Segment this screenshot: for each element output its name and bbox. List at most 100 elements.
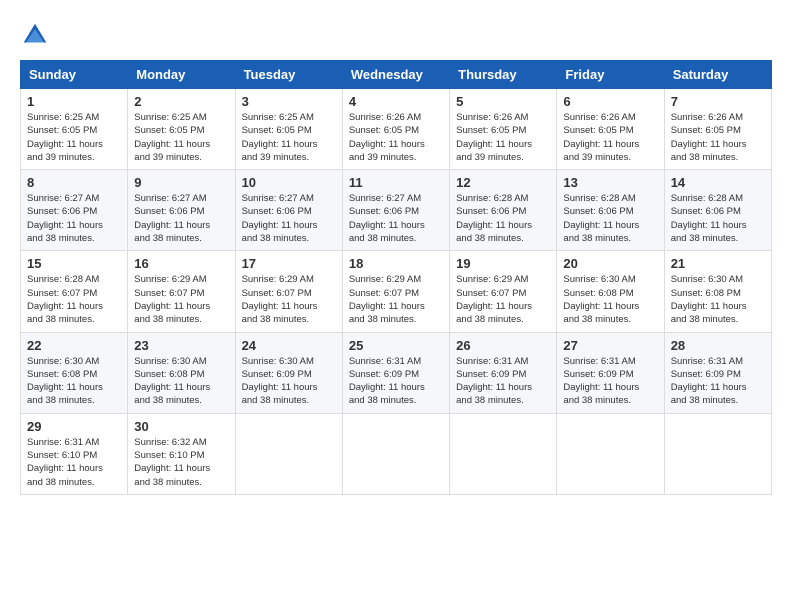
calendar-week-3: 15 Sunrise: 6:28 AM Sunset: 6:07 PM Dayl… — [21, 251, 772, 332]
calendar-cell: 18 Sunrise: 6:29 AM Sunset: 6:07 PM Dayl… — [342, 251, 449, 332]
day-info: Sunrise: 6:31 AM Sunset: 6:10 PM Dayligh… — [27, 436, 121, 489]
calendar-cell: 26 Sunrise: 6:31 AM Sunset: 6:09 PM Dayl… — [450, 332, 557, 413]
calendar-cell: 30 Sunrise: 6:32 AM Sunset: 6:10 PM Dayl… — [128, 413, 235, 494]
day-number: 29 — [27, 419, 121, 434]
calendar-cell — [450, 413, 557, 494]
calendar-cell: 16 Sunrise: 6:29 AM Sunset: 6:07 PM Dayl… — [128, 251, 235, 332]
day-number: 16 — [134, 256, 228, 271]
calendar-cell: 8 Sunrise: 6:27 AM Sunset: 6:06 PM Dayli… — [21, 170, 128, 251]
day-number: 23 — [134, 338, 228, 353]
day-number: 28 — [671, 338, 765, 353]
logo — [20, 20, 54, 50]
day-number: 8 — [27, 175, 121, 190]
calendar-cell: 6 Sunrise: 6:26 AM Sunset: 6:05 PM Dayli… — [557, 89, 664, 170]
calendar-cell: 24 Sunrise: 6:30 AM Sunset: 6:09 PM Dayl… — [235, 332, 342, 413]
day-number: 5 — [456, 94, 550, 109]
day-info: Sunrise: 6:30 AM Sunset: 6:08 PM Dayligh… — [671, 273, 765, 326]
calendar-cell — [342, 413, 449, 494]
calendar-week-4: 22 Sunrise: 6:30 AM Sunset: 6:08 PM Dayl… — [21, 332, 772, 413]
calendar-cell: 15 Sunrise: 6:28 AM Sunset: 6:07 PM Dayl… — [21, 251, 128, 332]
day-number: 17 — [242, 256, 336, 271]
day-info: Sunrise: 6:28 AM Sunset: 6:06 PM Dayligh… — [563, 192, 657, 245]
day-number: 10 — [242, 175, 336, 190]
calendar-table: SundayMondayTuesdayWednesdayThursdayFrid… — [20, 60, 772, 495]
day-info: Sunrise: 6:30 AM Sunset: 6:08 PM Dayligh… — [27, 355, 121, 408]
calendar-week-2: 8 Sunrise: 6:27 AM Sunset: 6:06 PM Dayli… — [21, 170, 772, 251]
day-info: Sunrise: 6:31 AM Sunset: 6:09 PM Dayligh… — [563, 355, 657, 408]
page-header — [20, 20, 772, 50]
calendar-cell: 7 Sunrise: 6:26 AM Sunset: 6:05 PM Dayli… — [664, 89, 771, 170]
day-info: Sunrise: 6:30 AM Sunset: 6:08 PM Dayligh… — [563, 273, 657, 326]
day-info: Sunrise: 6:27 AM Sunset: 6:06 PM Dayligh… — [134, 192, 228, 245]
day-number: 21 — [671, 256, 765, 271]
day-number: 6 — [563, 94, 657, 109]
day-info: Sunrise: 6:26 AM Sunset: 6:05 PM Dayligh… — [456, 111, 550, 164]
day-info: Sunrise: 6:26 AM Sunset: 6:05 PM Dayligh… — [349, 111, 443, 164]
day-info: Sunrise: 6:29 AM Sunset: 6:07 PM Dayligh… — [456, 273, 550, 326]
day-number: 19 — [456, 256, 550, 271]
calendar-header-row: SundayMondayTuesdayWednesdayThursdayFrid… — [21, 61, 772, 89]
day-number: 18 — [349, 256, 443, 271]
day-header-monday: Monday — [128, 61, 235, 89]
calendar-cell: 19 Sunrise: 6:29 AM Sunset: 6:07 PM Dayl… — [450, 251, 557, 332]
day-info: Sunrise: 6:28 AM Sunset: 6:06 PM Dayligh… — [671, 192, 765, 245]
day-number: 24 — [242, 338, 336, 353]
calendar-cell: 12 Sunrise: 6:28 AM Sunset: 6:06 PM Dayl… — [450, 170, 557, 251]
day-info: Sunrise: 6:32 AM Sunset: 6:10 PM Dayligh… — [134, 436, 228, 489]
day-info: Sunrise: 6:29 AM Sunset: 6:07 PM Dayligh… — [349, 273, 443, 326]
calendar-cell: 20 Sunrise: 6:30 AM Sunset: 6:08 PM Dayl… — [557, 251, 664, 332]
calendar-cell: 27 Sunrise: 6:31 AM Sunset: 6:09 PM Dayl… — [557, 332, 664, 413]
day-info: Sunrise: 6:26 AM Sunset: 6:05 PM Dayligh… — [563, 111, 657, 164]
day-number: 11 — [349, 175, 443, 190]
day-info: Sunrise: 6:25 AM Sunset: 6:05 PM Dayligh… — [242, 111, 336, 164]
calendar-cell: 14 Sunrise: 6:28 AM Sunset: 6:06 PM Dayl… — [664, 170, 771, 251]
day-number: 14 — [671, 175, 765, 190]
day-info: Sunrise: 6:30 AM Sunset: 6:09 PM Dayligh… — [242, 355, 336, 408]
calendar-cell: 17 Sunrise: 6:29 AM Sunset: 6:07 PM Dayl… — [235, 251, 342, 332]
day-info: Sunrise: 6:28 AM Sunset: 6:07 PM Dayligh… — [27, 273, 121, 326]
calendar-cell: 3 Sunrise: 6:25 AM Sunset: 6:05 PM Dayli… — [235, 89, 342, 170]
calendar-cell: 28 Sunrise: 6:31 AM Sunset: 6:09 PM Dayl… — [664, 332, 771, 413]
day-number: 22 — [27, 338, 121, 353]
day-number: 7 — [671, 94, 765, 109]
calendar-cell: 1 Sunrise: 6:25 AM Sunset: 6:05 PM Dayli… — [21, 89, 128, 170]
day-number: 4 — [349, 94, 443, 109]
calendar-cell — [557, 413, 664, 494]
day-info: Sunrise: 6:25 AM Sunset: 6:05 PM Dayligh… — [134, 111, 228, 164]
day-header-sunday: Sunday — [21, 61, 128, 89]
day-info: Sunrise: 6:31 AM Sunset: 6:09 PM Dayligh… — [456, 355, 550, 408]
day-number: 2 — [134, 94, 228, 109]
day-number: 15 — [27, 256, 121, 271]
day-number: 30 — [134, 419, 228, 434]
day-info: Sunrise: 6:25 AM Sunset: 6:05 PM Dayligh… — [27, 111, 121, 164]
calendar-cell: 21 Sunrise: 6:30 AM Sunset: 6:08 PM Dayl… — [664, 251, 771, 332]
calendar-cell: 5 Sunrise: 6:26 AM Sunset: 6:05 PM Dayli… — [450, 89, 557, 170]
calendar-week-1: 1 Sunrise: 6:25 AM Sunset: 6:05 PM Dayli… — [21, 89, 772, 170]
day-info: Sunrise: 6:31 AM Sunset: 6:09 PM Dayligh… — [671, 355, 765, 408]
day-header-tuesday: Tuesday — [235, 61, 342, 89]
calendar-cell: 4 Sunrise: 6:26 AM Sunset: 6:05 PM Dayli… — [342, 89, 449, 170]
logo-icon — [20, 20, 50, 50]
day-header-saturday: Saturday — [664, 61, 771, 89]
day-info: Sunrise: 6:30 AM Sunset: 6:08 PM Dayligh… — [134, 355, 228, 408]
calendar-cell: 13 Sunrise: 6:28 AM Sunset: 6:06 PM Dayl… — [557, 170, 664, 251]
day-number: 25 — [349, 338, 443, 353]
calendar-week-5: 29 Sunrise: 6:31 AM Sunset: 6:10 PM Dayl… — [21, 413, 772, 494]
day-info: Sunrise: 6:27 AM Sunset: 6:06 PM Dayligh… — [242, 192, 336, 245]
day-number: 13 — [563, 175, 657, 190]
calendar-cell: 11 Sunrise: 6:27 AM Sunset: 6:06 PM Dayl… — [342, 170, 449, 251]
day-header-friday: Friday — [557, 61, 664, 89]
day-info: Sunrise: 6:31 AM Sunset: 6:09 PM Dayligh… — [349, 355, 443, 408]
day-number: 3 — [242, 94, 336, 109]
day-number: 9 — [134, 175, 228, 190]
day-header-thursday: Thursday — [450, 61, 557, 89]
day-info: Sunrise: 6:26 AM Sunset: 6:05 PM Dayligh… — [671, 111, 765, 164]
day-header-wednesday: Wednesday — [342, 61, 449, 89]
day-number: 26 — [456, 338, 550, 353]
calendar-cell: 25 Sunrise: 6:31 AM Sunset: 6:09 PM Dayl… — [342, 332, 449, 413]
calendar-cell: 29 Sunrise: 6:31 AM Sunset: 6:10 PM Dayl… — [21, 413, 128, 494]
calendar-cell — [235, 413, 342, 494]
day-info: Sunrise: 6:27 AM Sunset: 6:06 PM Dayligh… — [27, 192, 121, 245]
calendar-cell — [664, 413, 771, 494]
day-info: Sunrise: 6:27 AM Sunset: 6:06 PM Dayligh… — [349, 192, 443, 245]
